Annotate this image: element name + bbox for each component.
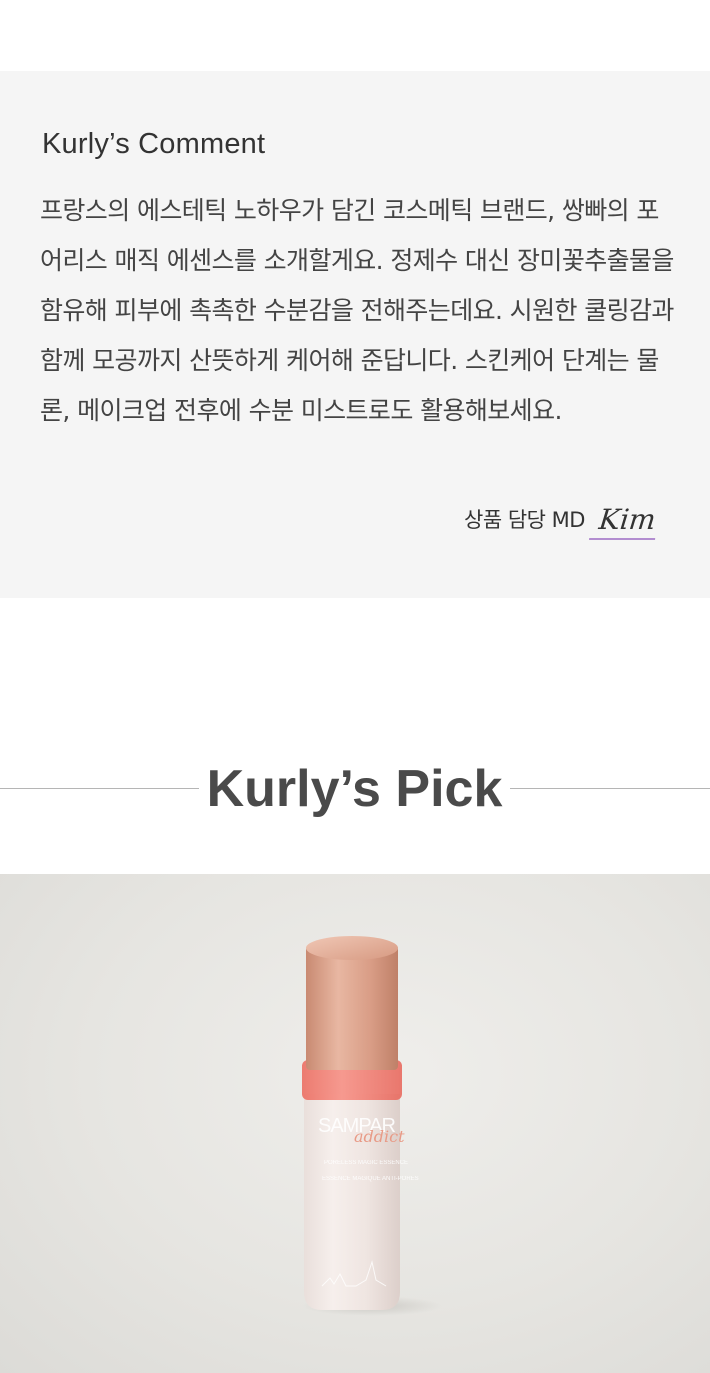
pick-header: Kurly’s Pick xyxy=(0,748,710,828)
bottle-label-line2: ESSENCE MAGIQUE ANTI-PORES xyxy=(322,1176,419,1182)
bottle-cap-top xyxy=(306,936,398,960)
signature-label: 상품 담당 MD xyxy=(464,508,585,532)
product-photo: SAMPAR addict PORELESS MAGIC ESSENCE ESS… xyxy=(0,874,710,1373)
pick-title: Kurly’s Pick xyxy=(206,760,503,818)
bottle-cap xyxy=(306,946,398,1070)
bottle-label-line1: PORELESS MAGIC ESSENCE xyxy=(324,1160,408,1166)
bottle-script-text: addict xyxy=(354,1127,405,1146)
signature-name: Kim xyxy=(588,502,659,540)
comment-body: 프랑스의 에스테틱 노하우가 담긴 코스메틱 브랜드, 쌍빠의 포어리스 매직 … xyxy=(40,196,674,425)
comment-title: Kurly’s Comment xyxy=(42,128,266,160)
divider-left xyxy=(0,788,199,789)
product-bottle-image: SAMPAR addict PORELESS MAGIC ESSENCE ESS… xyxy=(302,936,442,1316)
divider-right xyxy=(510,788,710,789)
md-signature: 상품 담당 MD Kim xyxy=(464,500,659,540)
